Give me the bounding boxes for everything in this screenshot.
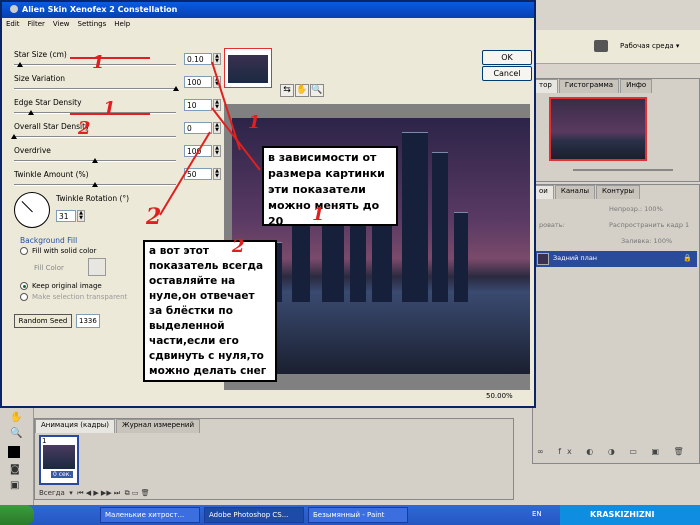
annotation-note-2: а вот этот показатель всегда оставляйте … [143, 240, 277, 382]
task-paint[interactable]: Безымянный - Paint [308, 507, 408, 523]
annotation-note-1: в зависимости от размера картинки эти по… [262, 146, 398, 228]
mark-2a: 2 [78, 118, 91, 139]
mark-2b: 2 [146, 204, 162, 230]
mark-1b: 1 [103, 98, 116, 119]
mark-1d: 1 [312, 204, 325, 225]
task-photoshop[interactable]: Adobe Photoshop CS... [204, 507, 304, 523]
arrow-3 [159, 131, 211, 216]
task-browser[interactable]: Маленькие хитрост... [100, 507, 200, 523]
system-tray: KRASKIZHIZNI [560, 505, 700, 525]
windows-taskbar: Маленькие хитрост... Adobe Photoshop CS.… [0, 505, 700, 525]
start-button[interactable] [0, 505, 34, 525]
language-indicator[interactable]: EN [532, 510, 542, 518]
arrow-1 [211, 61, 241, 151]
watermark-text: KRASKIZHIZNI [590, 510, 655, 519]
note-1-text: в зависимости от размера картинки эти по… [268, 151, 385, 228]
note-2-text: а вот этот показатель всегда оставляйте … [149, 245, 267, 377]
mark-2c: 2 [232, 236, 245, 257]
mark-1a: 1 [92, 52, 105, 73]
annotation-arrows [70, 57, 261, 216]
mark-1c: 1 [248, 112, 261, 133]
